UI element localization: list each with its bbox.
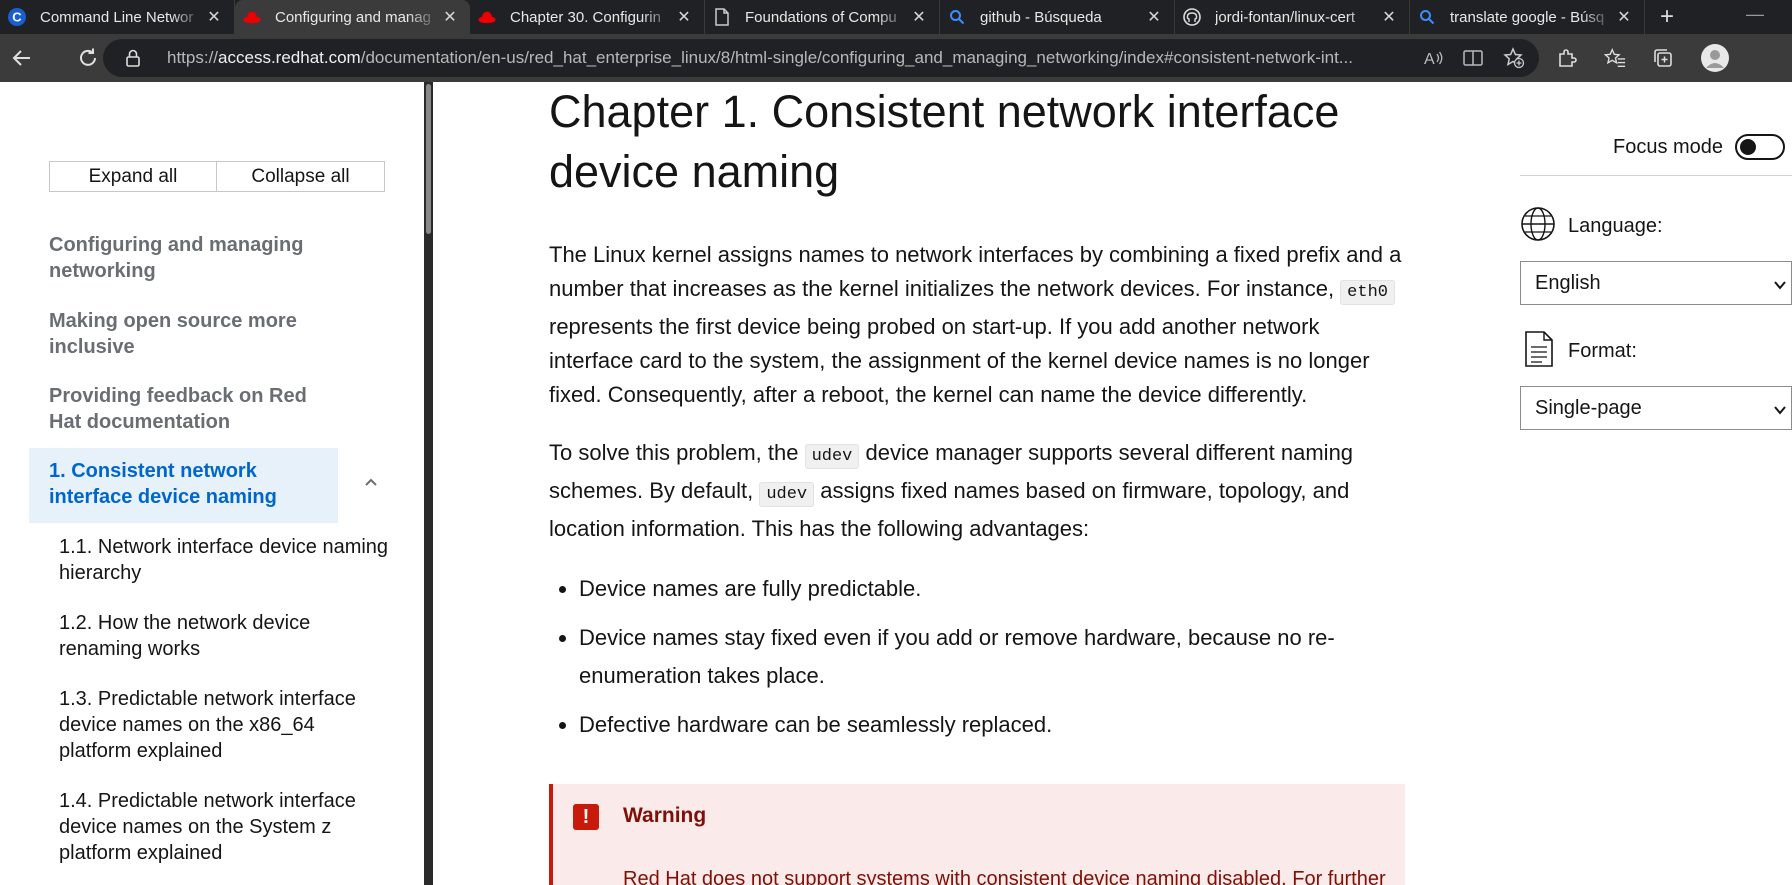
close-icon[interactable]: ✕ xyxy=(204,7,224,27)
redhat-icon xyxy=(478,8,496,26)
tab-title: Command Line Networ xyxy=(40,8,194,26)
sidebar-scrollbar-thumb[interactable] xyxy=(426,84,431,234)
chapter-title: Chapter 1. Consistent network interface … xyxy=(549,86,1340,197)
back-icon[interactable] xyxy=(2,38,42,78)
expand-all-button[interactable]: Expand all xyxy=(49,161,217,192)
svg-text:C: C xyxy=(12,10,22,25)
focus-mode-control: Focus mode xyxy=(1613,134,1786,160)
warning-icon: ! xyxy=(573,804,599,830)
c-logo-icon: C xyxy=(8,8,26,26)
toc-subitem-renaming-works[interactable]: 1.2. How the network device renaming wor… xyxy=(59,610,389,662)
close-icon[interactable]: ✕ xyxy=(440,7,460,27)
search-icon xyxy=(1418,8,1436,26)
tab-title: Configuring and manag xyxy=(275,8,431,26)
language-select[interactable]: English xyxy=(1520,261,1792,305)
svg-text:A: A xyxy=(1424,51,1435,67)
format-label: Format: xyxy=(1568,340,1637,362)
profile-avatar-icon[interactable] xyxy=(1700,43,1730,73)
tab-command-line-networking[interactable]: C Command Line Networ ✕ xyxy=(0,0,235,34)
page-viewport: Expand all Collapse all Configuring and … xyxy=(0,82,1792,885)
read-aloud-icon[interactable]: A xyxy=(1423,47,1445,69)
minimize-icon[interactable]: — xyxy=(1746,4,1764,25)
chevron-down-icon xyxy=(1773,275,1787,298)
url-text[interactable]: https://access.redhat.com/documentation/… xyxy=(167,48,1417,68)
inline-code-udev: udev xyxy=(759,482,815,507)
toc-current-label: 1. Consistent network interface device n… xyxy=(49,460,277,508)
search-icon xyxy=(948,8,966,26)
url-host: access.redhat.com xyxy=(218,48,361,67)
globe-icon xyxy=(1520,206,1556,247)
tab-chapter-30[interactable]: Chapter 30. Configurin ✕ xyxy=(470,0,705,34)
close-icon[interactable]: ✕ xyxy=(1144,7,1164,27)
chevron-up-icon[interactable] xyxy=(363,474,379,490)
format-option: Format: xyxy=(1520,330,1637,373)
list-item: Device names stay fixed even if you add … xyxy=(579,619,1379,695)
tab-title: Foundations of Compu xyxy=(745,8,897,26)
collapse-all-button[interactable]: Collapse all xyxy=(217,161,385,192)
favorites-icon[interactable] xyxy=(1604,47,1626,69)
list-item: Defective hardware can be seamlessly rep… xyxy=(579,706,1379,744)
redhat-icon xyxy=(243,8,261,26)
document-icon xyxy=(713,8,731,26)
tab-linux-cert[interactable]: jordi-fontan/linux-cert ✕ xyxy=(1175,0,1410,34)
list-item: Device names are fully predictable. xyxy=(579,570,1379,608)
table-of-contents: Expand all Collapse all Configuring and … xyxy=(0,82,424,885)
toc-item-open-source-inclusive[interactable]: Making open source more inclusive xyxy=(49,308,339,360)
focus-mode-toggle[interactable] xyxy=(1735,134,1786,160)
tab-translate-search[interactable]: translate google - Búsq ✕ xyxy=(1410,0,1645,34)
immersive-reader-icon[interactable] xyxy=(1463,47,1485,69)
close-icon[interactable]: ✕ xyxy=(909,7,929,27)
toc-item-configuring-networking[interactable]: Configuring and managing networking xyxy=(49,232,339,284)
document-icon xyxy=(1520,330,1556,373)
inline-code-udev: udev xyxy=(804,444,860,469)
warning-text: Red Hat does not support systems with co… xyxy=(623,868,1386,885)
format-selected-value: Single-page xyxy=(1535,396,1642,419)
intro-paragraph: The Linux kernel assigns names to networ… xyxy=(549,242,1402,407)
focus-mode-label: Focus mode xyxy=(1613,135,1724,158)
expand-collapse-group: Expand all Collapse all xyxy=(49,161,385,192)
favorite-add-icon[interactable] xyxy=(1503,47,1525,69)
close-icon[interactable]: ✕ xyxy=(1614,7,1634,27)
language-label: Language: xyxy=(1568,215,1663,237)
close-icon[interactable]: ✕ xyxy=(1379,7,1399,27)
tab-title: jordi-fontan/linux-cert xyxy=(1215,8,1356,26)
language-option: Language: xyxy=(1520,206,1663,247)
tab-strip: C Command Line Networ ✕ Configuring and … xyxy=(0,0,1792,34)
inline-code-eth0: eth0 xyxy=(1340,280,1395,305)
close-icon[interactable]: ✕ xyxy=(674,7,694,27)
url-bar[interactable]: https://access.redhat.com/documentation/… xyxy=(103,39,1539,77)
toggle-knob xyxy=(1740,139,1757,155)
toc-item-current-chapter[interactable]: 1. Consistent network interface device n… xyxy=(29,448,338,523)
tab-foundations[interactable]: Foundations of Compu ✕ xyxy=(705,0,940,34)
toc-item-providing-feedback[interactable]: Providing feedback on Red Hat documentat… xyxy=(49,383,339,435)
tab-title: github - Búsqueda xyxy=(980,8,1102,26)
tab-title: Chapter 30. Configurin xyxy=(510,8,661,26)
github-icon xyxy=(1183,8,1201,26)
toc-subitem-naming-hierarchy[interactable]: 1.1. Network interface device naming hie… xyxy=(59,534,389,586)
format-select[interactable]: Single-page xyxy=(1520,386,1792,430)
divider xyxy=(1520,175,1792,176)
url-scheme: https:// xyxy=(167,48,219,67)
reload-icon[interactable] xyxy=(68,38,108,78)
tab-configuring-networking[interactable]: Configuring and manag ✕ xyxy=(235,0,470,34)
tab-title: translate google - Búsq xyxy=(1450,8,1605,26)
language-selected-value: English xyxy=(1535,271,1601,294)
warning-title: Warning xyxy=(623,804,707,827)
tab-github-search[interactable]: github - Búsqueda ✕ xyxy=(940,0,1175,34)
url-path: /documentation/en-us/red_hat_enterprise_… xyxy=(360,48,1353,67)
advantages-list: Device names are fully predictable. Devi… xyxy=(579,570,1379,755)
lock-icon[interactable] xyxy=(125,49,143,67)
warning-admonition: ! Warning Red Hat does not support syste… xyxy=(549,784,1405,885)
extensions-icon[interactable] xyxy=(1556,47,1578,69)
new-tab-icon[interactable]: + xyxy=(1645,0,1689,34)
toc-subitem-x86-64-names[interactable]: 1.3. Predictable network interface devic… xyxy=(59,686,389,764)
chevron-down-icon xyxy=(1773,400,1787,423)
toc-subitem-system-z-names[interactable]: 1.4. Predictable network interface devic… xyxy=(59,788,389,866)
collections-icon[interactable] xyxy=(1652,47,1674,69)
address-bar-row: https://access.redhat.com/documentation/… xyxy=(0,34,1792,82)
udev-paragraph: To solve this problem, the udev device m… xyxy=(549,440,1354,541)
